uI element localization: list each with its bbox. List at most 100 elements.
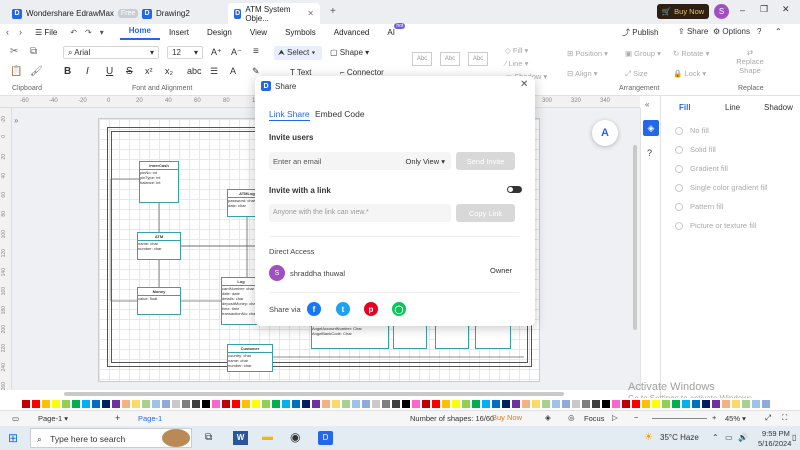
color-swatch[interactable]	[222, 400, 230, 408]
notification-icon[interactable]: ▯	[792, 433, 796, 442]
no-fill-option[interactable]: No fill	[675, 126, 709, 135]
group-button[interactable]: ▣ Group ▾	[625, 49, 661, 58]
color-swatch[interactable]	[582, 400, 590, 408]
color-swatch[interactable]	[52, 400, 60, 408]
color-swatch[interactable]	[612, 400, 620, 408]
focus-label[interactable]: Focus	[584, 414, 604, 423]
color-swatch[interactable]	[32, 400, 40, 408]
color-swatch[interactable]	[202, 400, 210, 408]
edrawmax-taskbar-icon[interactable]: D	[318, 431, 333, 445]
solid-fill-option[interactable]: Solid fill	[675, 145, 716, 154]
picture-fill-option[interactable]: Picture or texture fill	[675, 221, 756, 230]
task-view-icon[interactable]: ⧉	[205, 432, 212, 443]
menu-design[interactable]: Design	[198, 28, 241, 37]
list-icon[interactable]: ☰	[210, 66, 218, 77]
ai-assistant-icon[interactable]: A	[592, 120, 618, 146]
link-toggle[interactable]	[507, 186, 522, 193]
style-sample-3[interactable]: Abc	[468, 52, 488, 66]
horizontal-scrollbar[interactable]	[64, 392, 564, 396]
clock-date[interactable]: 5/16/2024	[758, 439, 791, 448]
help-circle-icon[interactable]: ?	[647, 148, 652, 158]
chrome-icon[interactable]: ◉	[290, 430, 300, 444]
undo-icon[interactable]: ↶	[66, 28, 81, 37]
color-swatch[interactable]	[572, 400, 580, 408]
increase-font-icon[interactable]: A⁺	[211, 47, 222, 58]
paste-icon[interactable]: 📋	[10, 66, 22, 77]
twitter-icon[interactable]: t	[336, 302, 350, 316]
superscript-icon[interactable]: x²	[145, 66, 153, 76]
color-swatch[interactable]	[402, 400, 410, 408]
redo-icon[interactable]: ↷	[81, 28, 96, 37]
color-swatch[interactable]	[392, 400, 400, 408]
add-page-icon[interactable]: +	[115, 413, 120, 423]
color-swatch[interactable]	[592, 400, 600, 408]
focus-icon[interactable]: ◎	[568, 413, 575, 422]
case-icon[interactable]: abc	[187, 66, 202, 76]
expand-library-icon[interactable]: »	[14, 116, 18, 125]
layers-icon[interactable]: ◈	[545, 413, 551, 422]
font-family-select[interactable]: ⌕ Arial ▾	[63, 46, 159, 59]
color-swatch[interactable]	[752, 400, 760, 408]
color-swatch[interactable]	[412, 400, 420, 408]
forward-icon[interactable]: ›	[15, 27, 26, 37]
word-icon[interactable]: W	[233, 431, 248, 445]
color-swatch[interactable]	[492, 400, 500, 408]
zoom-level[interactable]: 45% ▾	[725, 414, 746, 423]
size-button[interactable]: ⤢ Size	[625, 69, 648, 79]
italic-icon[interactable]: I	[86, 66, 89, 77]
shape-tool-button[interactable]: ▢ Shape ▾	[330, 48, 369, 57]
color-swatch[interactable]	[602, 400, 610, 408]
font-color-icon[interactable]: A	[230, 66, 236, 76]
fullscreen-icon[interactable]: ⛶	[782, 413, 787, 423]
statusbar-buy-now[interactable]: Buy Now	[492, 413, 522, 422]
color-swatch[interactable]	[82, 400, 90, 408]
color-swatch[interactable]	[372, 400, 380, 408]
close-dialog-icon[interactable]: ✕	[520, 79, 528, 90]
tab-line[interactable]: Line	[725, 103, 740, 112]
vertical-scrollbar[interactable]	[633, 145, 637, 330]
color-swatch[interactable]	[542, 400, 550, 408]
color-swatch[interactable]	[742, 400, 750, 408]
tab-link-share[interactable]: Link Share	[269, 109, 310, 121]
style-sample-2[interactable]: Abc	[440, 52, 460, 66]
underline-icon[interactable]: U	[106, 66, 113, 77]
color-swatch[interactable]	[42, 400, 50, 408]
replace-shape-button[interactable]: ⇄ Replace Shape	[730, 48, 770, 75]
color-swatch[interactable]	[652, 400, 660, 408]
color-swatch[interactable]	[292, 400, 300, 408]
color-swatch[interactable]	[482, 400, 490, 408]
pattern-fill-option[interactable]: Pattern fill	[675, 202, 723, 211]
back-icon[interactable]: ‹	[0, 27, 15, 37]
clock-time[interactable]: 9:59 PM	[762, 429, 790, 438]
color-swatch[interactable]	[662, 400, 670, 408]
email-input[interactable]: Enter an email Only View ▾	[269, 152, 451, 170]
style-sample-1[interactable]: Abc	[412, 52, 432, 66]
color-swatch[interactable]	[172, 400, 180, 408]
menu-ai[interactable]: AI hot	[378, 22, 406, 37]
decrease-font-icon[interactable]: A⁻	[231, 47, 242, 58]
buy-now-button[interactable]: 🛒 Buy Now	[657, 4, 709, 19]
format-painter-icon[interactable]: 🖌	[30, 66, 43, 77]
publish-button[interactable]: ⤴ Publish	[622, 27, 658, 38]
tray-chevron-icon[interactable]: ⌃	[712, 433, 719, 442]
pinterest-icon[interactable]: p	[364, 302, 378, 316]
align-icon[interactable]: ≡	[253, 46, 259, 57]
color-swatch[interactable]	[732, 400, 740, 408]
zoom-out-icon[interactable]: −	[634, 413, 638, 422]
link-input[interactable]: Anyone with the link can view.*	[269, 204, 451, 222]
panel-collapse-icon[interactable]: «	[645, 100, 649, 109]
document-tab-atm[interactable]: D ATM System Obje... ✕	[228, 3, 320, 24]
color-swatch[interactable]	[112, 400, 120, 408]
color-swatch[interactable]	[552, 400, 560, 408]
subscript-icon[interactable]: x₂	[165, 66, 173, 76]
menu-advanced[interactable]: Advanced	[325, 28, 379, 37]
color-swatch[interactable]	[532, 400, 540, 408]
color-swatch[interactable]	[22, 400, 30, 408]
tab-fill[interactable]: Fill	[679, 103, 691, 112]
collapse-ribbon-icon[interactable]: ⌃	[775, 27, 782, 36]
menu-insert[interactable]: Insert	[160, 28, 198, 37]
app-tab[interactable]: D Wondershare EdrawMax Free	[6, 3, 144, 24]
color-swatch[interactable]	[622, 400, 630, 408]
color-swatch[interactable]	[342, 400, 350, 408]
color-swatch[interactable]	[522, 400, 530, 408]
